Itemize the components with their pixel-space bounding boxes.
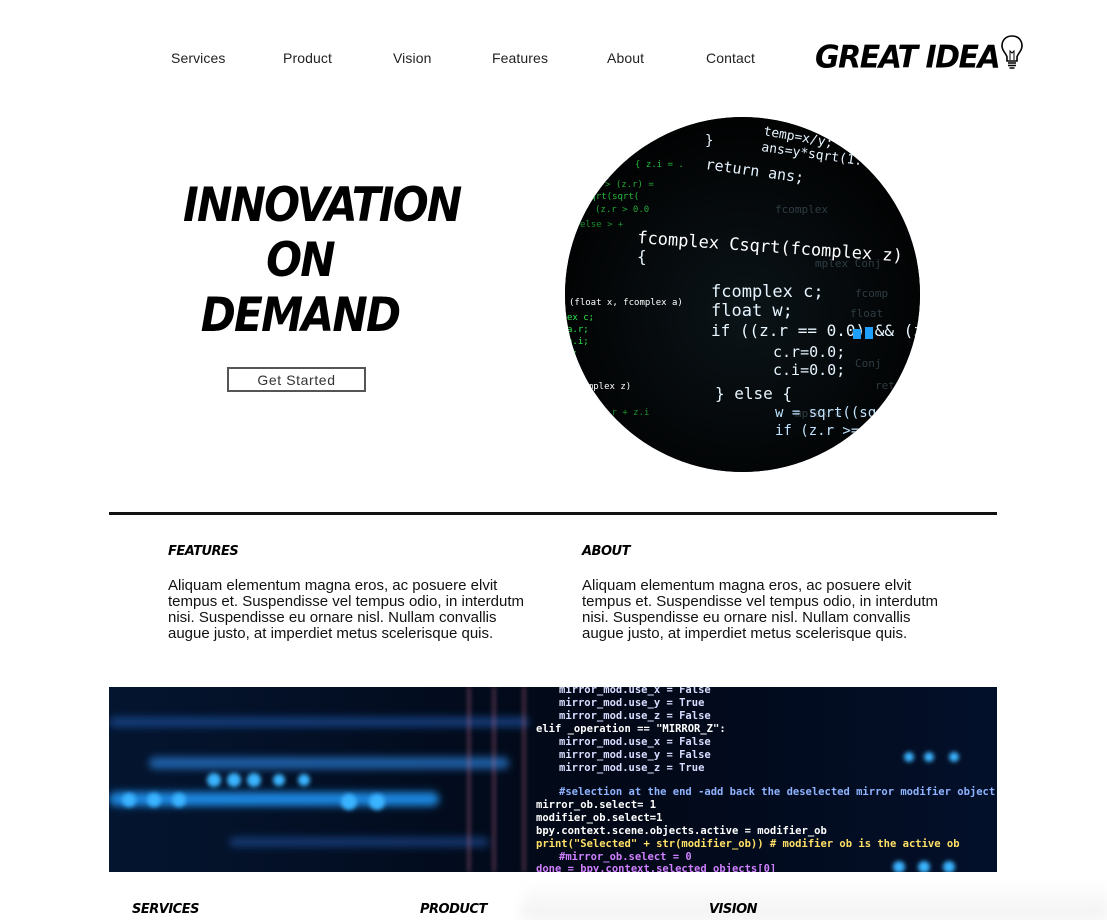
code-line: fcomplex c; [711,282,824,302]
footer-services-heading: SERVICES [132,902,199,917]
get-started-button[interactable]: Get Started [227,367,366,392]
code-line: { [637,247,647,266]
about-heading: ABOUT [582,544,630,559]
hero-title-line-1: INNOVATION [183,178,462,233]
code-line: if ((z.r == 0.0) && (z.i == 0.0)) { [711,321,920,340]
svg-text:Conj: Conj [855,357,882,370]
site-logo[interactable]: GREAT IDEA [815,35,1024,77]
section-divider [109,512,997,515]
code-line: mirror_mod.use_y = False [559,749,711,761]
svg-text:float: float [850,307,883,320]
svg-text:{ z.i = .: { z.i = . [635,160,684,170]
nav-about[interactable]: About [607,50,644,66]
nav-contact[interactable]: Contact [706,50,755,66]
code-line: mirror_mod.use_y = True [559,697,704,709]
svg-text:a.i;: a.i; [567,337,589,347]
code-line: mirror_mod.use_x = False [559,736,711,748]
code-line: modifier_ob.select=1 [536,812,662,824]
logo-text: GREAT IDEA [815,39,1001,76]
svg-text:(float x, fcomplex a): (float x, fcomplex a) [569,298,683,308]
code-line: bpy.context.scene.objects.active = modif… [536,825,827,837]
nav-product[interactable]: Product [283,50,332,66]
code-line: } else { [715,384,792,403]
hero-title-line-2: ON [266,233,336,288]
code-line: c.r=0.0; [773,343,845,361]
code-line: mirror_mod.use_z = False [559,710,711,722]
svg-text:fcomplex: fcomplex [775,203,828,216]
hero-title-line-3: DEMAND [200,288,401,343]
hero-code-image: mplex Conj fcomp float Conj retu mplex a… [565,117,920,472]
svg-text:> (z.r) =: > (z.r) = [605,180,654,190]
hero-code-art: mplex Conj fcomp float Conj retu mplex a… [565,117,920,472]
code-line: print("Selected" + str(modifier_ob)) # m… [536,838,960,850]
features-text: Aliquam elementum magna eros, ac posuere… [168,577,525,642]
svg-text:fcomp: fcomp [855,287,888,300]
code-line: if (z.r >= 0.0) [775,423,901,439]
code-line: mirror_mod.use_x = False [559,687,711,696]
about-text: Aliquam elementum magna eros, ac posuere… [582,577,939,642]
code-line: c.i=0.0; [773,361,845,379]
nav-vision[interactable]: Vision [393,50,431,66]
code-line: } [705,133,713,149]
banner-code-art: mirror_mod.use_x = False mirror_mod.use_… [109,687,997,872]
code-line: elif _operation == "MIRROR_Z": [536,723,726,735]
code-line: mirror_mod.use_z = True [559,762,704,774]
code-line: mirror_ob.select= 1 [536,799,656,811]
svg-text:complex z): complex z) [577,382,631,392]
svg-text:else > +: else > + [580,220,624,230]
svg-text:z.r=z.r + z.i: z.r=z.r + z.i [579,408,649,418]
svg-text:(z.r > 0.0: (z.r > 0.0 [595,205,649,215]
features-heading: FEATURES [168,544,239,559]
code-line: float w; [711,301,793,321]
hero-title: INNOVATION ON DEMAND [183,178,462,343]
svg-text:sqrt(sqrt(: sqrt(sqrt( [585,192,639,202]
footer-product-heading: PRODUCT [420,902,487,917]
svg-text:a.r;: a.r; [567,325,589,335]
code-line: #mirror_ob.select = 0 [559,851,692,863]
footer-vision-heading: VISION [709,902,758,917]
scroll-shadow [520,880,1107,920]
code-line: #selection at the end -add back the dese… [559,786,995,798]
lightbulb-icon [1000,34,1024,77]
svg-text:ex c;: ex c; [567,313,594,323]
code-line: w = sqrt((sqrt(z.r [775,405,920,421]
svg-text:retu: retu [875,379,902,392]
nav-services[interactable]: Services [171,50,225,66]
code-line: done = bpy.context.selected_objects[0] [536,863,776,872]
svg-text:c;: c; [567,349,578,359]
nav-features[interactable]: Features [492,50,548,66]
code-banner-image: mirror_mod.use_x = False mirror_mod.use_… [109,687,997,872]
